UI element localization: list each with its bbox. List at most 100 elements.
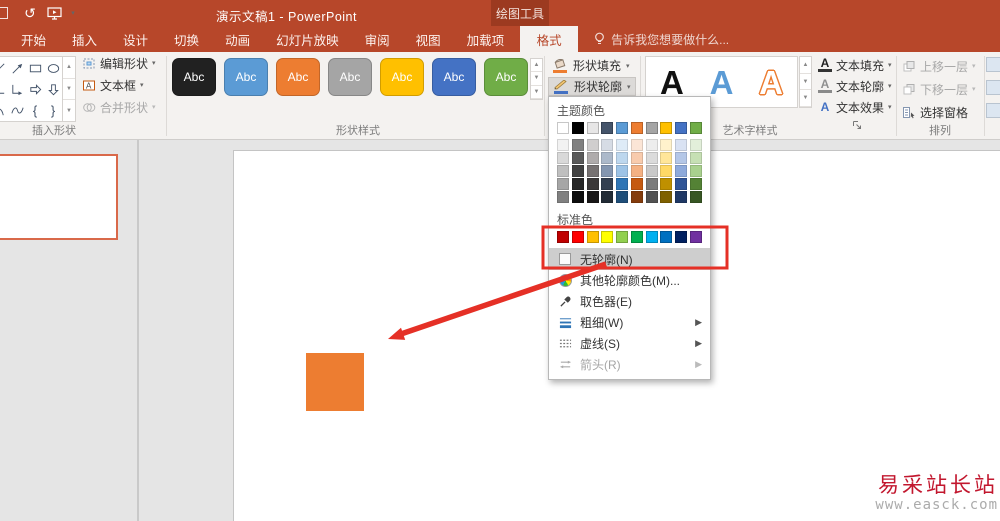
- tell-me-search[interactable]: 告诉我您想要做什么...: [594, 26, 729, 52]
- menu-item-arrows[interactable]: 箭头(R) ▶: [549, 354, 710, 375]
- tab-切换[interactable]: 切换: [161, 26, 212, 52]
- tab-format-active[interactable]: 格式: [520, 26, 579, 52]
- theme-color-swatch[interactable]: [601, 122, 614, 134]
- scroll-up-icon[interactable]: ▲: [531, 59, 542, 73]
- theme-color-swatch[interactable]: [645, 122, 658, 134]
- color-variant-swatch[interactable]: [630, 178, 643, 190]
- gallery-more-icon[interactable]: ▼: [800, 90, 811, 108]
- gallery-more-icon[interactable]: ▼: [63, 100, 75, 121]
- color-variant-swatch[interactable]: [616, 191, 629, 203]
- color-variant-swatch[interactable]: [571, 178, 584, 190]
- standard-color-swatch[interactable]: [586, 231, 599, 243]
- text-effects-button[interactable]: A 文本效果 ▾: [818, 98, 892, 116]
- tab-幻灯片放映[interactable]: 幻灯片放映: [263, 26, 352, 52]
- down-arrow-shape-icon[interactable]: [44, 79, 62, 100]
- color-variant-swatch[interactable]: [689, 139, 702, 151]
- theme-color-swatch[interactable]: [586, 122, 599, 134]
- tab-审阅[interactable]: 审阅: [352, 26, 403, 52]
- text-outline-button[interactable]: A 文本轮廓 ▾: [818, 77, 892, 95]
- color-variant-swatch[interactable]: [689, 191, 702, 203]
- shape-style-chip-3[interactable]: Abc: [276, 58, 320, 96]
- color-variant-swatch[interactable]: [660, 152, 673, 164]
- tab-设计[interactable]: 设计: [110, 26, 161, 52]
- tab-加载项[interactable]: 加载项: [454, 26, 518, 52]
- theme-color-swatch[interactable]: [689, 122, 702, 134]
- group-icon[interactable]: [986, 80, 1000, 95]
- undo-icon[interactable]: ↺: [18, 2, 42, 24]
- standard-color-swatch[interactable]: [645, 231, 658, 243]
- color-variant-swatch[interactable]: [675, 191, 688, 203]
- line-shape-icon[interactable]: [0, 58, 8, 79]
- color-variant-swatch[interactable]: [630, 139, 643, 151]
- tab-开始[interactable]: 开始: [8, 26, 59, 52]
- theme-color-swatch[interactable]: [660, 122, 673, 134]
- color-variant-swatch[interactable]: [660, 139, 673, 151]
- slide-thumbnail[interactable]: [0, 154, 118, 240]
- color-variant-swatch[interactable]: [660, 178, 673, 190]
- color-variant-swatch[interactable]: [645, 152, 658, 164]
- slideshow-icon[interactable]: [42, 2, 66, 24]
- elbow-arrow-connector-icon[interactable]: [8, 79, 26, 100]
- theme-color-swatch[interactable]: [675, 122, 688, 134]
- arrow-shape-icon[interactable]: [8, 58, 26, 79]
- left-brace-shape-icon[interactable]: {: [26, 100, 44, 121]
- tab-动画[interactable]: 动画: [212, 26, 263, 52]
- color-variant-swatch[interactable]: [601, 152, 614, 164]
- color-variant-swatch[interactable]: [571, 152, 584, 164]
- dialog-launcher-icon[interactable]: [852, 120, 864, 132]
- shape-outline-button[interactable]: 形状轮廓 ▾: [548, 77, 636, 96]
- standard-color-swatch[interactable]: [660, 231, 673, 243]
- scroll-up-icon[interactable]: ▲: [800, 57, 811, 74]
- scroll-down-icon[interactable]: ▼: [531, 72, 542, 86]
- color-variant-swatch[interactable]: [689, 165, 702, 177]
- wordart-style-blue[interactable]: A: [710, 66, 734, 99]
- theme-color-swatch[interactable]: [571, 122, 584, 134]
- menu-item-dashes[interactable]: 虚线(S) ▶: [549, 333, 710, 354]
- shape-style-chip-4[interactable]: Abc: [328, 58, 372, 96]
- merge-shapes-button[interactable]: 合并形状 ▾: [82, 98, 156, 116]
- menu-item-more-outline-colors[interactable]: 其他轮廓颜色(M)...: [549, 270, 710, 291]
- color-variant-swatch[interactable]: [660, 165, 673, 177]
- menu-item-eyedropper[interactable]: 取色器(E): [549, 291, 710, 312]
- color-variant-swatch[interactable]: [601, 139, 614, 151]
- color-variant-swatch[interactable]: [660, 191, 673, 203]
- oval-shape-icon[interactable]: [44, 58, 62, 79]
- rotate-icon[interactable]: [986, 103, 1000, 118]
- standard-color-swatch[interactable]: [689, 231, 702, 243]
- standard-color-swatch[interactable]: [616, 231, 629, 243]
- theme-color-swatch[interactable]: [557, 122, 569, 134]
- color-variant-swatch[interactable]: [645, 191, 658, 203]
- send-backward-button[interactable]: 下移一层 ▾: [902, 80, 976, 98]
- color-variant-swatch[interactable]: [586, 139, 599, 151]
- standard-color-swatch[interactable]: [557, 231, 569, 243]
- color-variant-swatch[interactable]: [616, 152, 629, 164]
- color-variant-swatch[interactable]: [675, 165, 688, 177]
- wordart-style-black[interactable]: A: [660, 66, 684, 99]
- color-variant-swatch[interactable]: [645, 165, 658, 177]
- color-variant-swatch[interactable]: [630, 152, 643, 164]
- align-icon[interactable]: [986, 57, 1000, 72]
- right-brace-shape-icon[interactable]: }: [44, 100, 62, 121]
- theme-color-swatch[interactable]: [616, 122, 629, 134]
- panel-resize-divider[interactable]: [137, 140, 139, 521]
- color-variant-swatch[interactable]: [689, 178, 702, 190]
- standard-color-swatch[interactable]: [675, 231, 688, 243]
- text-box-button[interactable]: A 文本框 ▾: [82, 76, 156, 94]
- rectangle-shape-icon[interactable]: [26, 58, 44, 79]
- edit-shape-button[interactable]: 编辑形状 ▾: [82, 54, 156, 72]
- standard-color-swatch[interactable]: [630, 231, 643, 243]
- text-fill-button[interactable]: A 文本填充 ▾: [818, 56, 892, 74]
- color-variant-swatch[interactable]: [675, 139, 688, 151]
- arc-shape-icon[interactable]: [0, 100, 8, 121]
- insert-shapes-gallery[interactable]: { } ▲ ▼ ▼: [0, 56, 76, 122]
- curve-shape-icon[interactable]: [8, 100, 26, 121]
- shape-style-chip-7[interactable]: Abc: [484, 58, 528, 96]
- color-variant-swatch[interactable]: [571, 139, 584, 151]
- shape-style-chip-1[interactable]: Abc: [172, 58, 216, 96]
- shape-style-chip-6[interactable]: Abc: [432, 58, 476, 96]
- color-variant-swatch[interactable]: [586, 165, 599, 177]
- color-variant-swatch[interactable]: [616, 165, 629, 177]
- theme-color-swatch[interactable]: [630, 122, 643, 134]
- customize-qat-icon[interactable]: ▾: [66, 2, 80, 24]
- menu-item-no-outline[interactable]: 无轮廓(N): [549, 248, 710, 270]
